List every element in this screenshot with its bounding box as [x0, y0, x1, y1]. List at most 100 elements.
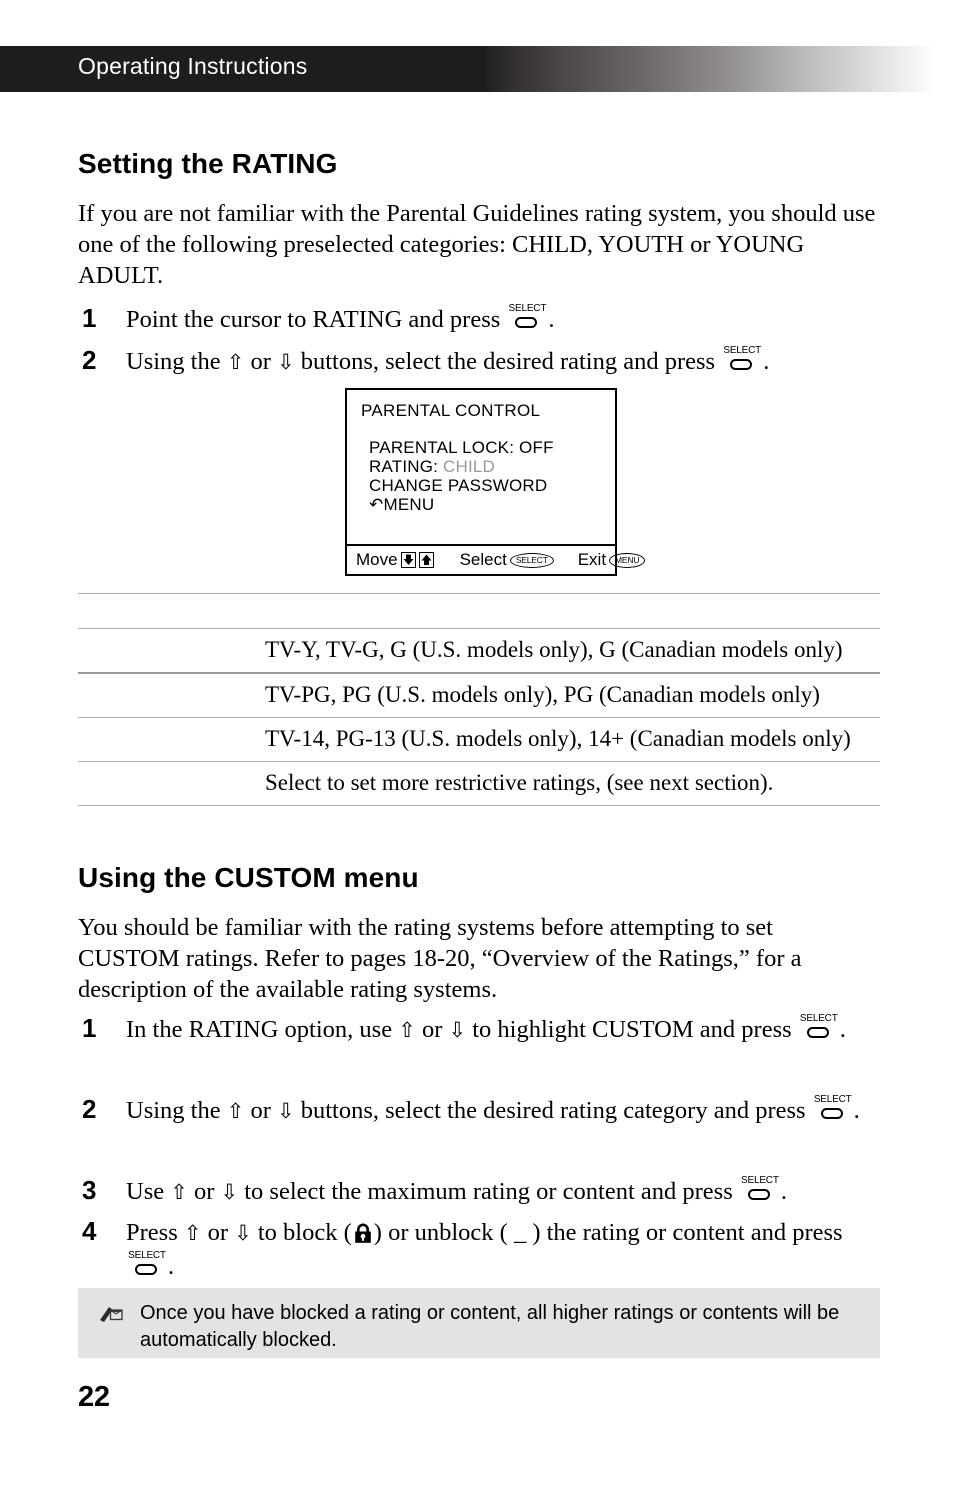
step-text: Using the: [126, 1097, 227, 1124]
table-cell-label: [78, 761, 265, 806]
table-cell-description: TV-14, PG-13 (U.S. models only), 14+ (Ca…: [265, 717, 880, 762]
arrow-up-button-icon: [418, 552, 434, 568]
header-title: Operating Instructions: [78, 53, 308, 79]
step-text: or: [244, 1097, 277, 1124]
osd-move-label: Move: [356, 550, 398, 569]
arrow-down-icon: ⇩: [277, 350, 295, 374]
select-button-icon: SELECT: [799, 1013, 839, 1042]
step-text: Use: [126, 1178, 171, 1205]
arrow-down-button-icon: [400, 552, 416, 568]
step-number: 3: [82, 1175, 97, 1205]
step-text: to block (: [251, 1219, 352, 1246]
select-oval-button-icon: SELECT: [509, 552, 554, 568]
arrow-down-icon: ⇩: [448, 1018, 467, 1042]
select-button-pill: [806, 1027, 829, 1038]
step-text: to highlight CUSTOM and press: [466, 1016, 798, 1043]
custom-intro-paragraph: You should be familiar with the rating s…: [78, 914, 802, 1003]
page-title-setting-the-rating: Setting the RATING: [78, 148, 338, 179]
step-text: Using the: [126, 348, 227, 375]
select-button-pill: [820, 1108, 843, 1119]
rating-step-1: 1 Point the cursor to RATING and press S…: [78, 303, 880, 337]
table-cell-description: TV-PG, PG (U.S. models only), PG (Canadi…: [265, 672, 880, 718]
table-cell-label: [78, 717, 265, 762]
step-text: ) or unblock ( _ ) the rating or content…: [373, 1219, 843, 1246]
osd-item-label: CHANGE PASSWORD: [369, 476, 548, 495]
lock-icon: [352, 1220, 374, 1243]
rating-intro-paragraph: If you are not familiar with the Parenta…: [78, 200, 876, 289]
osd-footer-exit: Exit MENU: [578, 550, 646, 570]
table-row: TV-14, PG-13 (U.S. models only), 14+ (Ca…: [78, 717, 880, 762]
osd-item-menu-return: ↶MENU: [369, 495, 554, 515]
select-button-label: SELECT: [813, 1094, 852, 1105]
step-text: buttons, select the desired rating categ…: [294, 1097, 812, 1124]
custom-step-2: 2 Using the ⇧ or ⇩ buttons, select the d…: [78, 1094, 880, 1128]
select-button-pill: [730, 359, 753, 370]
step-text-end: .: [780, 1178, 788, 1205]
arrow-down-icon: ⇩: [220, 1180, 239, 1204]
select-button-icon: SELECT: [722, 345, 762, 374]
document-page: Operating Instructions Setting the RATIN…: [0, 0, 954, 1487]
table-cell-label: [78, 628, 265, 673]
select-button-pill: [135, 1264, 157, 1275]
osd-footer-select: Select SELECT: [460, 550, 554, 570]
step-text: or: [187, 1178, 221, 1205]
select-button-pill: [747, 1189, 770, 1200]
select-button-icon: SELECT: [127, 1250, 167, 1279]
note-text: Once you have blocked a rating or conten…: [140, 1302, 840, 1351]
select-button-icon: SELECT: [813, 1094, 853, 1123]
osd-item-parental-lock: PARENTAL LOCK: OFF: [369, 438, 554, 457]
select-button-icon: SELECT: [507, 304, 547, 332]
pencil-note-icon: [98, 1302, 128, 1326]
select-button-label: SELECT: [723, 345, 762, 356]
step-text: buttons, select the desired rating and p…: [294, 348, 722, 375]
osd-item-change-password: CHANGE PASSWORD: [369, 476, 554, 495]
arrow-up-icon: ⇧: [226, 1099, 245, 1123]
step-text: or: [415, 1016, 449, 1043]
step-text-end: .: [548, 306, 555, 333]
table-cell-description: TV-Y, TV-G, G (U.S. models only), G (Can…: [265, 628, 880, 673]
table-row: TV-Y, TV-G, G (U.S. models only), G (Can…: [78, 628, 880, 673]
osd-select-label: Select: [459, 550, 507, 569]
step-text-end: .: [853, 1097, 860, 1124]
arrow-down-icon: ⇩: [234, 1221, 252, 1245]
osd-item-value: CHILD: [443, 457, 496, 476]
select-button-label: SELECT: [799, 1013, 838, 1024]
step-text: Press: [126, 1219, 184, 1246]
table-row: TV-PG, PG (U.S. models only), PG (Canadi…: [78, 672, 880, 718]
select-button-icon: SELECT: [740, 1176, 780, 1204]
figure-separator-rule: [78, 593, 880, 594]
step-text-end: .: [839, 1016, 846, 1043]
osd-footer-bar: Move Select SELECT Exit MENU: [347, 544, 646, 574]
custom-step-4: 4 Press ⇧ or ⇩ to block () or unblock ( …: [78, 1216, 880, 1284]
arrow-up-icon: ⇧: [226, 350, 245, 374]
note-box: Once you have blocked a rating or conten…: [78, 1288, 880, 1358]
rating-step-2: 2 Using the ⇧ or ⇩ buttons, select the d…: [78, 345, 880, 379]
step-text-end: .: [168, 1253, 175, 1280]
step-number: 1: [82, 303, 97, 333]
menu-oval-button-icon: MENU: [609, 552, 646, 568]
step-text-end: .: [763, 348, 770, 375]
step-number: 4: [82, 1216, 97, 1246]
ratings-table: TV-Y, TV-G, G (U.S. models only), G (Can…: [78, 628, 880, 806]
step-text: In the RATING option, use: [126, 1016, 399, 1043]
table-row: Select to set more restrictive ratings, …: [78, 761, 880, 806]
select-button-label: SELECT: [128, 1250, 166, 1261]
step-number: 2: [82, 1094, 97, 1124]
select-button-pill: [515, 317, 538, 328]
osd-item-label: PARENTAL LOCK: OFF: [369, 438, 554, 457]
arrow-up-icon: ⇧: [183, 1221, 202, 1245]
step-text: to select the maximum rating or content …: [238, 1178, 739, 1205]
arrow-down-icon: ⇩: [277, 1099, 295, 1123]
arrow-up-icon: ⇧: [398, 1018, 416, 1042]
osd-item-label: RATING:: [369, 457, 444, 476]
custom-step-3: 3 Use ⇧ or ⇩ to select the maximum ratin…: [78, 1175, 880, 1209]
step-text: or: [244, 348, 277, 375]
arrow-up-icon: ⇧: [170, 1180, 188, 1204]
table-cell-description: Select to set more restrictive ratings, …: [265, 761, 880, 806]
page-title-using-the-custom-menu: Using the CUSTOM menu: [78, 862, 419, 893]
osd-exit-label: Exit: [577, 550, 607, 569]
step-text: Point the cursor to RATING and press: [126, 306, 507, 333]
tv-osd-menu-figure: PARENTAL CONTROL PARENTAL LOCK: OFF RATI…: [345, 388, 646, 576]
osd-item-label: MENU: [383, 495, 435, 514]
page-number: 22: [78, 1381, 110, 1413]
